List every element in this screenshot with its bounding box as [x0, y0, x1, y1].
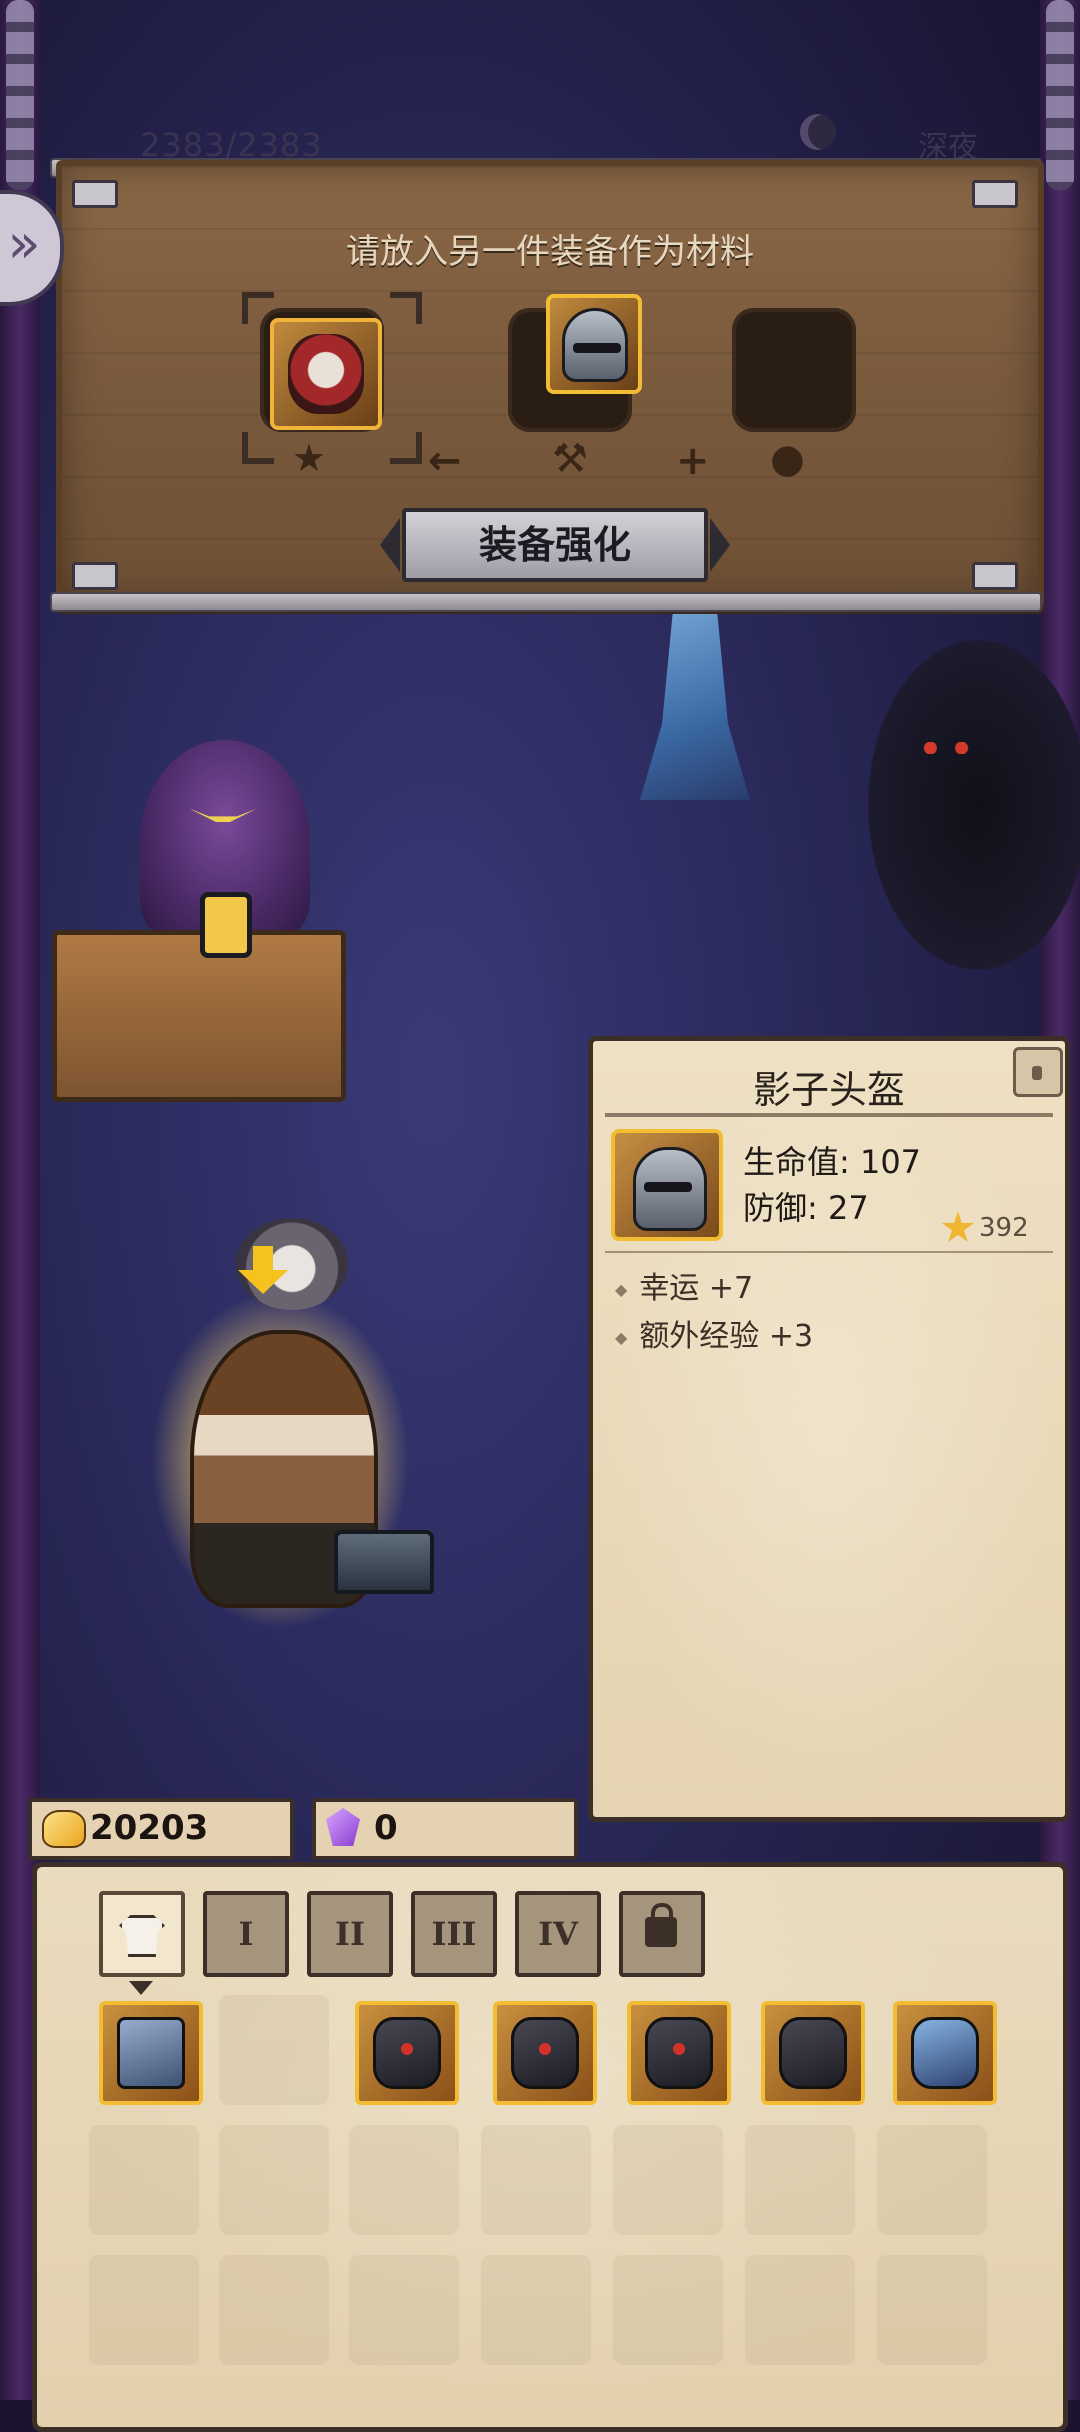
empty-slot[interactable]	[349, 2125, 459, 2235]
enhance-button[interactable]: 装备强化	[402, 508, 708, 582]
empty-slot[interactable]	[481, 2125, 591, 2235]
tab-locked[interactable]	[619, 1891, 705, 1977]
empty-slot[interactable]	[89, 2125, 199, 2235]
material-slot[interactable]	[732, 308, 856, 432]
star-icon	[941, 1211, 975, 1242]
empty-slot[interactable]	[613, 2255, 723, 2365]
blue-helmet-icon[interactable]	[893, 2001, 997, 2105]
stat-defense: 防御: 27	[743, 1189, 869, 1227]
moon-icon	[800, 114, 836, 150]
spiked-armor-icon[interactable]	[627, 2001, 731, 2105]
tab-tier-1[interactable]: I	[203, 1891, 289, 1977]
dark-armor-icon[interactable]	[355, 2001, 459, 2105]
gold-amount: 20203	[90, 1808, 209, 1848]
empty-slot[interactable]	[745, 2125, 855, 2235]
item-detail-card: 影子头盔 生命值: 107 防御: 27 392 幸运 +7 额外经验 +3	[588, 1036, 1070, 1822]
arrow-left-icon: ←	[428, 438, 462, 484]
lurking-eyes-icon	[920, 742, 972, 754]
bomb-icon: ●	[770, 436, 805, 482]
bolt-icon	[972, 180, 1018, 208]
bracket-corner	[390, 292, 422, 324]
tab-tier-3[interactable]: III	[411, 1891, 497, 1977]
forge-instruction: 请放入另一件装备作为材料	[346, 232, 754, 272]
bracket-corner	[390, 432, 422, 464]
board-bottom-rail	[50, 592, 1042, 612]
stat-hp: 生命值: 107	[743, 1143, 922, 1181]
inventory-panel: I II III IV	[32, 1862, 1068, 2432]
bolt-icon	[972, 562, 1018, 590]
empty-slot[interactable]	[877, 2125, 987, 2235]
divider	[605, 1113, 1053, 1117]
shadow-helmet-icon	[611, 1129, 723, 1241]
bonus-luck: 幸运 +7	[615, 1263, 753, 1307]
empty-slot[interactable]	[877, 2255, 987, 2365]
warhammer-icon[interactable]	[99, 2001, 203, 2105]
gem-icon	[326, 1808, 360, 1846]
padlock-icon	[645, 1903, 677, 1947]
bonus-exp: 额外经验 +3	[615, 1311, 813, 1355]
chain-right-icon	[1046, 0, 1074, 190]
empty-slot[interactable]	[89, 2255, 199, 2365]
gold-icon	[42, 1810, 86, 1848]
star-value: 392	[979, 1213, 1029, 1243]
empty-slot[interactable]	[219, 2255, 329, 2365]
star-icon: ★	[292, 436, 327, 480]
divider	[605, 1251, 1053, 1253]
gauntlet-icon[interactable]	[761, 2001, 865, 2105]
result-slot[interactable]	[260, 308, 384, 432]
empty-slot[interactable]	[613, 2125, 723, 2235]
chain-left-icon	[6, 0, 34, 190]
empty-slot[interactable]	[349, 2255, 459, 2365]
item-name: 影子头盔	[752, 1068, 905, 1112]
bracket-corner	[242, 432, 274, 464]
bunny-armor-icon	[270, 318, 382, 430]
lock-icon[interactable]	[1013, 1047, 1063, 1097]
bolt-icon	[72, 180, 118, 208]
tab-equipment[interactable]	[99, 1891, 185, 1977]
tab-tier-2[interactable]: II	[307, 1891, 393, 1977]
forge-panel: 请放入另一件装备作为材料 ★ ← ⚒ + ● 装备强化	[56, 160, 1044, 608]
plus-icon: +	[676, 438, 710, 484]
raccoon-pet[interactable]	[236, 1218, 348, 1310]
empty-slot[interactable]	[219, 2125, 329, 2235]
anvil-icon[interactable]	[334, 1530, 434, 1594]
gem-counter: 0	[312, 1798, 578, 1860]
shadow-helmet-icon[interactable]	[546, 294, 642, 394]
hammer-icon: ⚒	[552, 436, 588, 482]
gem-amount: 0	[374, 1808, 398, 1848]
bolt-icon	[72, 562, 118, 590]
dark-helmet-icon[interactable]	[493, 2001, 597, 2105]
empty-slot[interactable]	[745, 2255, 855, 2365]
shirt-icon	[119, 1915, 165, 1957]
empty-slot[interactable]	[481, 2255, 591, 2365]
merchant-stall	[52, 930, 346, 1102]
tab-tier-4[interactable]: IV	[515, 1891, 601, 1977]
empty-slot[interactable]	[219, 1995, 329, 2105]
lantern-icon	[200, 892, 252, 958]
gold-counter: 20203	[28, 1798, 294, 1860]
cave-opening	[868, 640, 1080, 970]
